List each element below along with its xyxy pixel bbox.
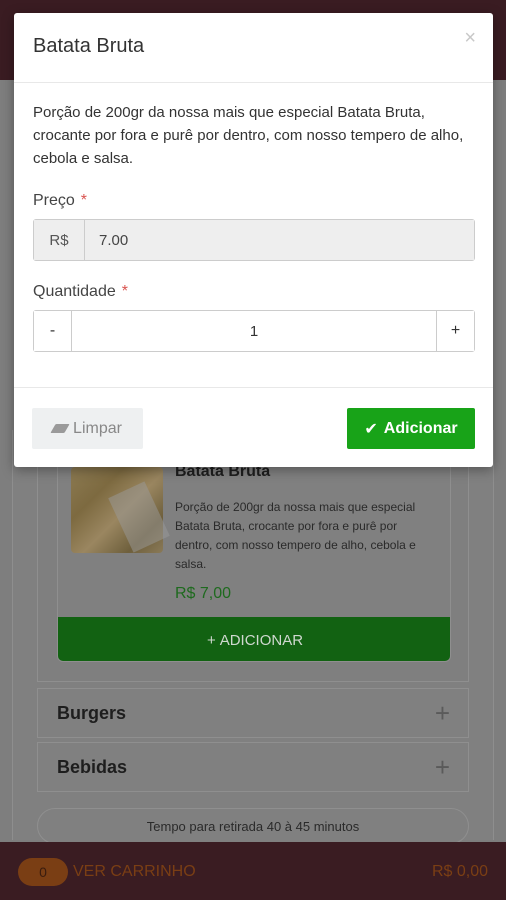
pickup-time-banner: Tempo para retirada 40 à 45 minutos bbox=[37, 808, 469, 844]
view-cart-link[interactable]: VER CARRINHO bbox=[73, 863, 196, 881]
quantity-input[interactable]: 1 bbox=[72, 311, 436, 351]
modal-footer: Limpar ✔ Adicionar bbox=[14, 387, 493, 467]
cart-total: R$ 0,00 bbox=[431, 863, 488, 880]
close-icon[interactable]: × bbox=[464, 27, 476, 50]
modal-title: Batata Bruta bbox=[33, 35, 145, 57]
price-input: 7.00 bbox=[85, 220, 474, 260]
check-icon: ✔ bbox=[364, 420, 378, 438]
category-burgers[interactable]: Burgers + bbox=[37, 688, 469, 738]
price-field: R$ 7.00 bbox=[33, 219, 475, 261]
product-add-label: ADICIONAR bbox=[219, 631, 304, 649]
quantity-stepper: - 1 + bbox=[33, 310, 475, 352]
product-description: Porção de 200gr da nossa mais que especi… bbox=[175, 500, 416, 571]
modal-header: Batata Bruta × bbox=[14, 13, 493, 83]
required-mark: * bbox=[80, 192, 88, 209]
product-image bbox=[71, 467, 163, 553]
cart-count-badge: 0 bbox=[18, 858, 68, 886]
price-label-text: Preço bbox=[33, 192, 75, 209]
category-bebidas[interactable]: Bebidas + bbox=[37, 742, 469, 792]
add-button[interactable]: ✔ Adicionar bbox=[347, 408, 475, 449]
product-price: R$ 7,00 bbox=[175, 585, 232, 602]
product-add-button[interactable]: + ADICIONAR bbox=[58, 617, 450, 661]
clear-button[interactable]: Limpar bbox=[32, 408, 143, 449]
increment-button[interactable]: + bbox=[436, 311, 474, 351]
quantity-label-text: Quantidade bbox=[33, 283, 116, 300]
expand-plus-icon[interactable]: + bbox=[435, 752, 450, 783]
product-modal: Batata Bruta × Porção de 200gr da nossa … bbox=[14, 13, 493, 467]
expand-plus-icon[interactable]: + bbox=[435, 698, 450, 729]
category-label: Bebidas bbox=[57, 757, 128, 777]
decrement-button[interactable]: - bbox=[34, 311, 72, 351]
currency-addon: R$ bbox=[34, 220, 85, 260]
product-card: Batata Bruta Porção de 200gr da nossa ma… bbox=[57, 440, 451, 662]
eraser-icon bbox=[50, 424, 70, 433]
clear-button-label: Limpar bbox=[73, 419, 122, 437]
price-label: Preço * bbox=[33, 192, 87, 210]
quantity-label: Quantidade * bbox=[33, 283, 128, 301]
add-button-label: Adicionar bbox=[383, 419, 458, 437]
required-mark: * bbox=[121, 283, 128, 300]
plus-icon: + bbox=[206, 631, 216, 649]
category-label: Burgers bbox=[57, 703, 127, 723]
modal-description: Porção de 200gr da nossa mais que especi… bbox=[33, 104, 464, 167]
